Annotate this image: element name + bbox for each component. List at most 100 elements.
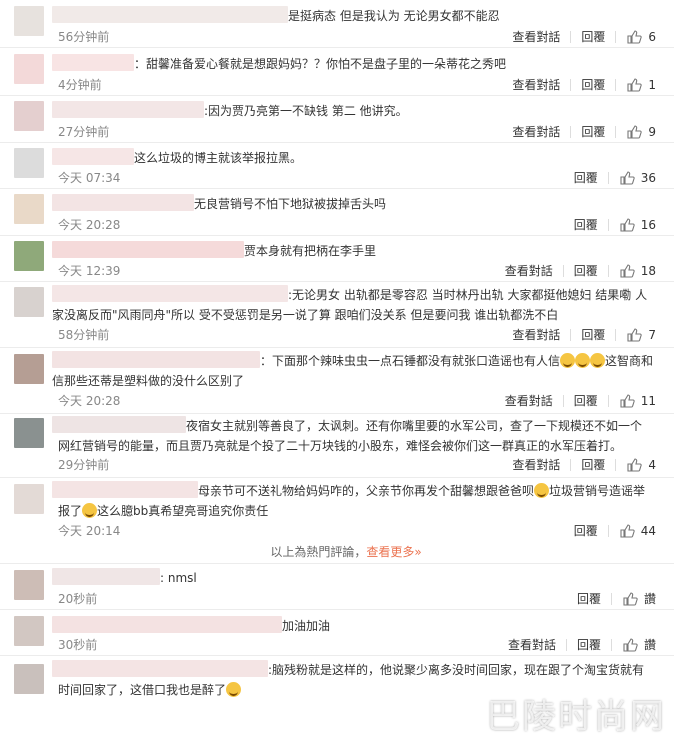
like-button[interactable]: 18: [619, 262, 656, 280]
like-button[interactable]: 4: [626, 456, 656, 474]
like-label: 讚: [643, 592, 656, 606]
reply-link[interactable]: 回覆: [574, 262, 598, 280]
reply-link[interactable]: 回覆: [574, 216, 598, 234]
like-count: 4: [648, 458, 656, 472]
comment-feed: 是挺病态 但是我认为 无论男女都不能忍 56分钟前 查看對話 回覆 6 ：甜馨准…: [0, 0, 674, 726]
laugh-emoji-icon: [560, 353, 576, 368]
smile-emoji-icon: [82, 503, 98, 518]
comment-text-cont: 报了 这么臆bb真希望亮哥追究你责任: [58, 503, 269, 518]
avatar[interactable]: [14, 570, 44, 600]
reply-link[interactable]: 回覆: [581, 456, 605, 474]
comment-item: ：甜馨准备爱心餐就是想跟妈妈？？你怕不是盘子里的一朵蒂花之秀吧 4分钟前 查看對…: [0, 48, 674, 96]
avatar[interactable]: [14, 54, 44, 84]
comment-text: :无论男女 出轨都是零容忍 当时林丹出轨 大家都挺他媳妇 结果嘞 人: [52, 285, 662, 305]
avatar[interactable]: [14, 194, 44, 224]
smile-emoji-icon: [534, 483, 550, 498]
comment-text: 无良营销号不怕下地狱被拔掉舌头吗: [52, 194, 662, 214]
view-replies-link[interactable]: 查看對話: [512, 28, 560, 46]
comment-time: 今天 07:34: [58, 171, 121, 185]
avatar[interactable]: [14, 418, 44, 448]
comment-time: 今天 12:39: [58, 264, 121, 278]
like-button[interactable]: 11: [619, 392, 656, 410]
comment-time: 今天 20:28: [58, 394, 121, 408]
view-replies-link[interactable]: 查看對話: [508, 636, 556, 654]
thumb-up-icon: [620, 524, 635, 538]
like-button[interactable]: 讚: [622, 636, 656, 654]
like-button[interactable]: 36: [619, 169, 656, 187]
comment-text: 加油加油: [52, 616, 662, 636]
reply-link[interactable]: 回覆: [577, 636, 601, 654]
avatar[interactable]: [14, 484, 44, 514]
reply-link[interactable]: 回覆: [574, 522, 598, 540]
comment-text-cont: 信那些还蒂是塑料做的没什么区别了: [52, 374, 245, 388]
avatar[interactable]: [14, 6, 44, 36]
reply-link[interactable]: 回覆: [577, 590, 601, 608]
view-replies-link[interactable]: 查看對話: [512, 76, 560, 94]
like-count: 44: [640, 524, 656, 538]
like-button[interactable]: 9: [626, 123, 656, 141]
reply-link[interactable]: 回覆: [581, 76, 605, 94]
laugh-emoji-icon: [575, 353, 591, 368]
comment-text: 夜宿女主就别等善良了，太讽刺。还有你嘴里要的水军公司，查了一下规模还不如一个: [52, 416, 662, 436]
view-more-link[interactable]: 查看更多»: [366, 545, 421, 559]
laugh-emoji-icon: [590, 353, 606, 368]
avatar[interactable]: [14, 287, 44, 317]
thumb-up-icon: [623, 638, 638, 652]
hot-comments-footer: 以上為熱門評論，查看更多»: [0, 544, 674, 564]
comment-text: 母亲节可不送礼物给妈妈咋的，父亲节你再发个甜馨想跟爸爸呗 垃圾营销号造谣举: [52, 481, 662, 501]
reply-link[interactable]: 回覆: [581, 123, 605, 141]
thumb-up-icon: [620, 394, 635, 408]
view-replies-link[interactable]: 查看對話: [512, 123, 560, 141]
like-count: 1: [648, 78, 656, 92]
comment-time: 56分钟前: [58, 30, 110, 44]
avatar[interactable]: [14, 148, 44, 178]
comment-item: ：下面那个辣味虫虫一点石锤都没有就张口造谣也有人信 这智商和 信那些还蒂是塑料做的…: [0, 348, 674, 414]
like-count: 36: [640, 171, 656, 185]
like-count: 7: [648, 328, 656, 342]
thumb-up-icon: [620, 171, 635, 185]
like-button[interactable]: 16: [619, 216, 656, 234]
comment-text-cont: 网红营销号的能量，而且贾乃亮就是个投了二十万块钱的小股东，难怪会被你们这一群真正…: [58, 439, 623, 453]
comment-item: 是挺病态 但是我认为 无论男女都不能忍 56分钟前 查看對話 回覆 6: [0, 0, 674, 48]
thumb-up-icon: [620, 218, 635, 232]
reply-link[interactable]: 回覆: [581, 28, 605, 46]
view-replies-link[interactable]: 查看對話: [505, 262, 553, 280]
view-replies-link[interactable]: 查看對話: [512, 326, 560, 344]
view-replies-link[interactable]: 查看對話: [505, 392, 553, 410]
comment-item: 无良营销号不怕下地狱被拔掉舌头吗 今天 20:28 回覆 16: [0, 189, 674, 236]
like-count: 6: [648, 30, 656, 44]
avatar[interactable]: [14, 241, 44, 271]
comment-text: 这么垃圾的博主就该举报拉黑。: [52, 148, 662, 168]
avatar[interactable]: [14, 354, 44, 384]
comment-time: 4分钟前: [58, 78, 102, 92]
view-replies-link[interactable]: 查看對話: [512, 456, 560, 474]
like-label: 讚: [643, 638, 656, 652]
comment-item: :无论男女 出轨都是零容忍 当时林丹出轨 大家都挺他媳妇 结果嘞 人 家没离反而…: [0, 282, 674, 348]
avatar[interactable]: [14, 616, 44, 646]
comment-item: :因为贾乃亮第一不缺钱 第二 他讲究。 27分钟前 查看對話 回覆 9: [0, 96, 674, 143]
like-button[interactable]: 讚: [622, 590, 656, 608]
comment-time: 27分钟前: [58, 125, 110, 139]
comment-item: 贾本身就有把柄在李手里 今天 12:39 查看對話 回覆 18: [0, 236, 674, 282]
reply-link[interactable]: 回覆: [581, 326, 605, 344]
avatar[interactable]: [14, 101, 44, 131]
like-button[interactable]: 44: [619, 522, 656, 540]
comment-item: 夜宿女主就别等善良了，太讽刺。还有你嘴里要的水军公司，查了一下规模还不如一个 网…: [0, 414, 674, 478]
comment-item: : nmsl 20秒前 回覆 讚: [0, 564, 674, 610]
like-button[interactable]: 6: [626, 28, 656, 46]
hot-footer-text: 以上為熱門評論，: [270, 545, 367, 559]
thumb-up-icon: [627, 30, 643, 44]
comment-text: 是挺病态 但是我认为 无论男女都不能忍: [52, 6, 662, 26]
like-button[interactable]: 7: [626, 326, 656, 344]
reply-link[interactable]: 回覆: [574, 392, 598, 410]
comment-text-cont: 家没离反而"风雨同舟"所以 受不受惩罚是另一说了算 跟咱们没关系 但是要问我 谁…: [52, 308, 559, 322]
tired-emoji-icon: [226, 682, 242, 697]
thumb-up-icon: [627, 328, 643, 342]
reply-link[interactable]: 回覆: [574, 169, 598, 187]
avatar[interactable]: [14, 664, 44, 694]
comment-time: 今天 20:28: [58, 218, 121, 232]
comment-text: ：下面那个辣味虫虫一点石锤都没有就张口造谣也有人信 这智商和: [52, 351, 662, 371]
comment-text: : nmsl: [52, 568, 662, 588]
like-button[interactable]: 1: [626, 76, 656, 94]
comment-time: 20秒前: [58, 592, 98, 606]
